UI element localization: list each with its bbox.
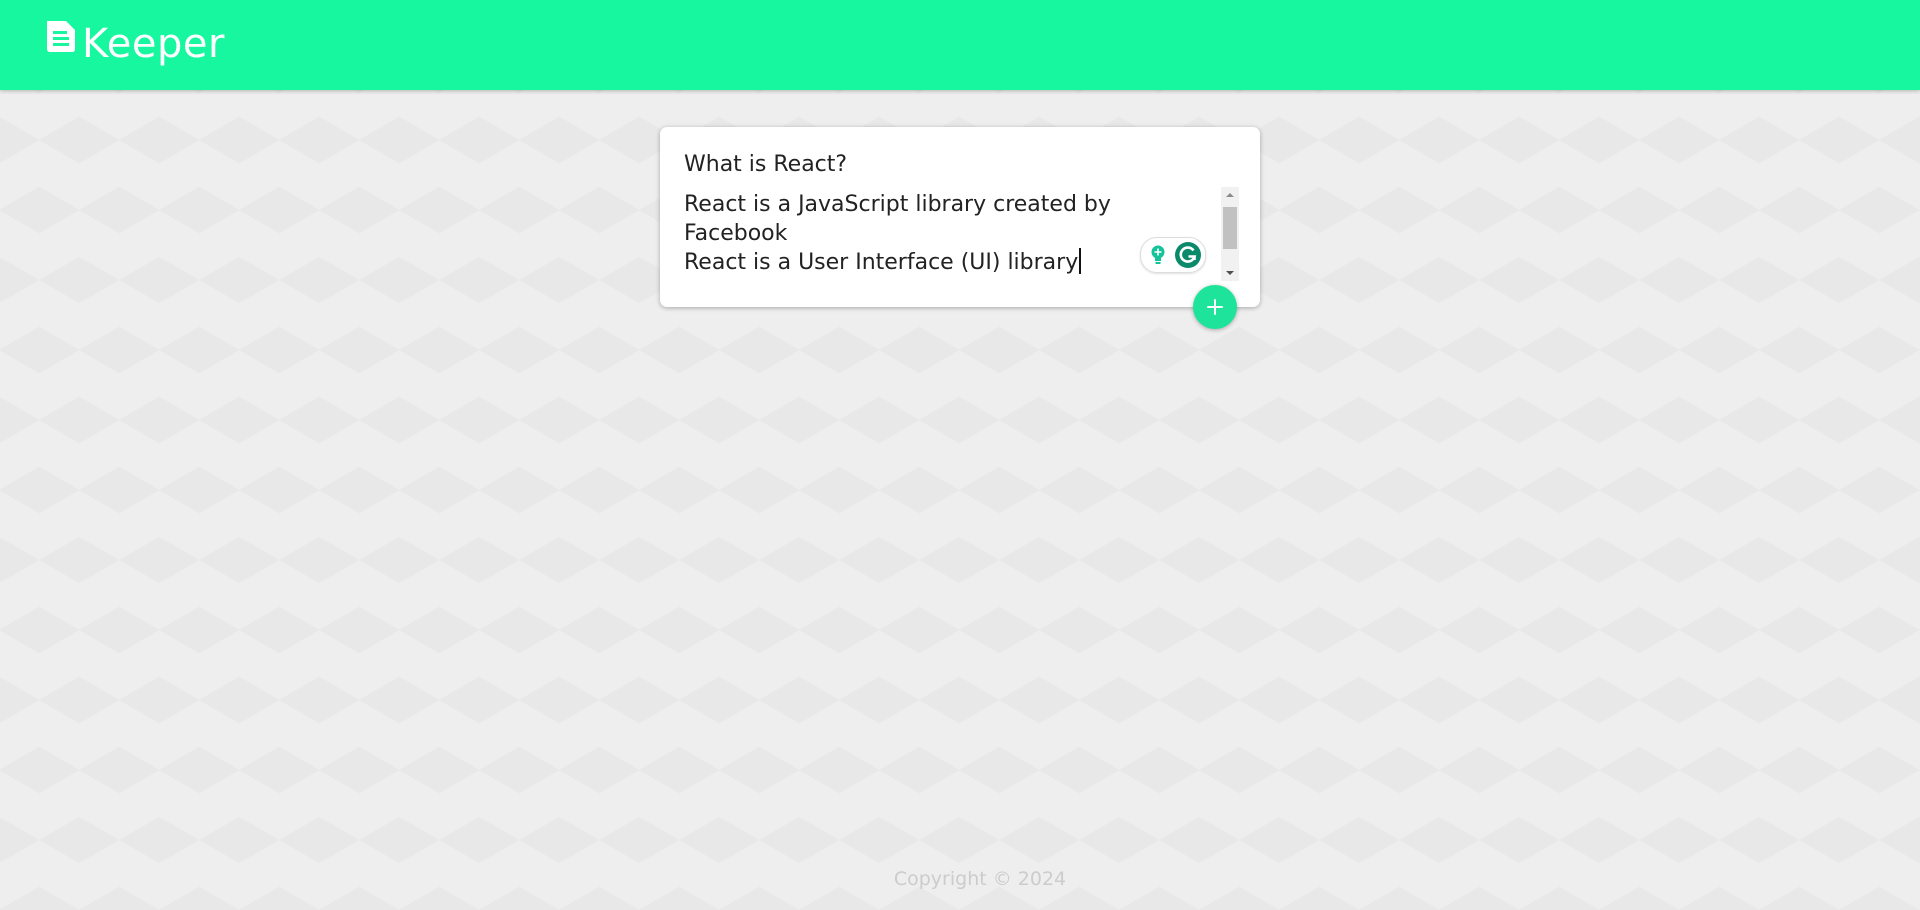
- copyright-text: Copyright © 2024: [893, 868, 1067, 890]
- brand: Keeper: [44, 16, 225, 72]
- note-title-input[interactable]: [684, 149, 1224, 179]
- textarea-scrollbar[interactable]: [1221, 187, 1239, 281]
- scroll-down-arrow-icon[interactable]: [1221, 265, 1239, 281]
- note-icon: [47, 21, 75, 52]
- app-title: Keeper: [82, 21, 225, 67]
- lightbulb-icon[interactable]: [1144, 241, 1172, 269]
- text-caret: [1079, 248, 1081, 274]
- scroll-up-arrow-icon[interactable]: [1221, 187, 1239, 203]
- note-content-textarea[interactable]: React is a JavaScript library created by…: [684, 190, 1128, 280]
- add-note-button[interactable]: [1193, 285, 1237, 329]
- scroll-thumb[interactable]: [1223, 207, 1237, 249]
- note-composer: React is a JavaScript library created by…: [660, 127, 1260, 307]
- app-header: Keeper: [0, 0, 1920, 90]
- note-content-line: Facebook: [684, 221, 788, 246]
- note-content-line: React is a JavaScript library created by: [684, 192, 1111, 217]
- grammarly-icon[interactable]: [1174, 241, 1202, 269]
- note-content-line-text: React is a User Interface (UI) library: [684, 250, 1079, 275]
- plus-icon: [1207, 299, 1223, 315]
- footer: Copyright © 2024: [0, 868, 1920, 890]
- note-content-line-last: React is a User Interface (UI) library: [684, 248, 1128, 277]
- writing-assistant-widget[interactable]: [1140, 237, 1206, 273]
